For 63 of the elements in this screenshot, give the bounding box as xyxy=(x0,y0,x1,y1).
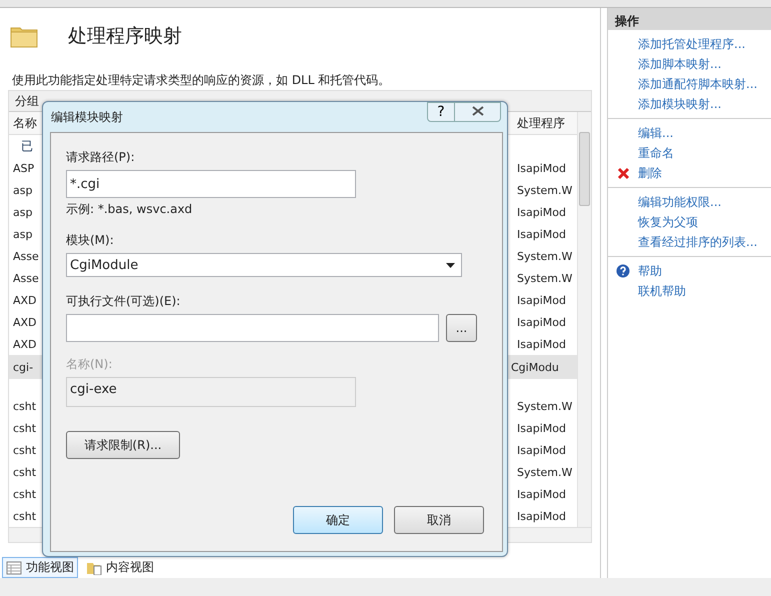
action-link[interactable]: 编辑功能权限... xyxy=(638,194,722,210)
action-link[interactable]: 帮助 xyxy=(638,262,662,280)
close-button[interactable] xyxy=(455,102,501,122)
help-button[interactable]: ? xyxy=(427,102,455,122)
table-cell-text: cgi- xyxy=(12,360,34,374)
table-cell-text: IsapiMod xyxy=(517,162,567,174)
field-label: 请求路径(P): xyxy=(66,149,136,166)
request-restrictions-button[interactable]: 请求限制(R)... xyxy=(66,431,180,459)
table-cell-text: csht xyxy=(12,422,38,434)
input-field[interactable] xyxy=(66,314,439,342)
table-cell-text: Asse xyxy=(12,250,40,262)
action-link[interactable]: 编辑... xyxy=(638,124,674,142)
dropdown[interactable]: CgiModule xyxy=(66,253,462,277)
action-link[interactable]: 添加托管处理程序... xyxy=(638,36,746,52)
table-cell-text: AXD xyxy=(12,338,38,350)
input-field[interactable]: *.cgi xyxy=(66,170,356,198)
table-cell-text: Asse xyxy=(12,272,40,284)
group-by-label: 分组 xyxy=(15,92,39,110)
view-tab[interactable]: 内容视图 xyxy=(82,557,158,578)
table-cell-text: csht xyxy=(12,488,38,500)
table-cell-text: System.W xyxy=(517,272,574,284)
column-header[interactable]: 处理程序 xyxy=(517,114,577,132)
table-cell-text: System.W xyxy=(517,400,574,412)
table-cell-text: IsapiMod xyxy=(517,488,567,500)
dialog-title: 编辑模块映射 xyxy=(51,108,123,126)
table-cell-text: csht xyxy=(12,466,38,478)
column-header[interactable]: 名称 xyxy=(9,114,43,132)
browse-button[interactable]: ... xyxy=(446,314,477,342)
cancel-button[interactable]: 取消 xyxy=(394,506,484,534)
action-link[interactable]: 恢复为父项 xyxy=(638,214,698,230)
vertical-scrollbar[interactable] xyxy=(577,112,591,527)
action-link[interactable]: 添加模块映射... xyxy=(638,96,722,112)
action-link[interactable]: 重命名 xyxy=(638,144,674,162)
caret-icon xyxy=(446,262,455,268)
delete-icon xyxy=(616,166,630,180)
ok-button[interactable]: 确定 xyxy=(293,506,383,534)
table-cell-text: CgiModu xyxy=(511,360,560,374)
action-link[interactable]: 添加通配符脚本映射... xyxy=(638,76,758,92)
table-cell-text: ASP xyxy=(12,162,36,174)
page-title: 处理程序映射 xyxy=(68,24,182,50)
action-link[interactable]: 联机帮助 xyxy=(638,282,686,300)
group-header: 已 xyxy=(21,138,33,154)
action-link[interactable]: 查看经过排序的列表... xyxy=(638,234,758,250)
grid-icon xyxy=(6,560,22,574)
page-description: 使用此功能指定处理特定请求类型的响应的资源，如 DLL 和托管代码。 xyxy=(11,72,392,90)
action-link[interactable]: 删除 xyxy=(638,164,662,182)
folder-document-icon xyxy=(86,560,102,574)
field-label: 可执行文件(可选)(E): xyxy=(66,293,182,310)
table-cell-text: IsapiMod xyxy=(517,316,567,328)
action-link[interactable]: 添加脚本映射... xyxy=(638,56,722,72)
table-cell-text: System.W xyxy=(517,250,574,262)
close-icon xyxy=(472,106,484,116)
table-cell-text: AXD xyxy=(12,316,38,328)
example-text: 示例: *.bas, wsvc.axd xyxy=(66,201,194,218)
field-label: 名称(N): xyxy=(66,356,114,373)
actions-header: 操作 xyxy=(608,8,771,30)
table-cell-text: IsapiMod xyxy=(517,422,567,434)
table-cell-text: csht xyxy=(12,400,38,412)
field-label: 模块(M): xyxy=(66,232,115,249)
table-cell-text: System.W xyxy=(517,466,574,478)
table-cell-text: IsapiMod xyxy=(517,338,567,350)
view-tab[interactable]: 功能视图 xyxy=(2,557,78,578)
help-icon xyxy=(616,264,630,278)
